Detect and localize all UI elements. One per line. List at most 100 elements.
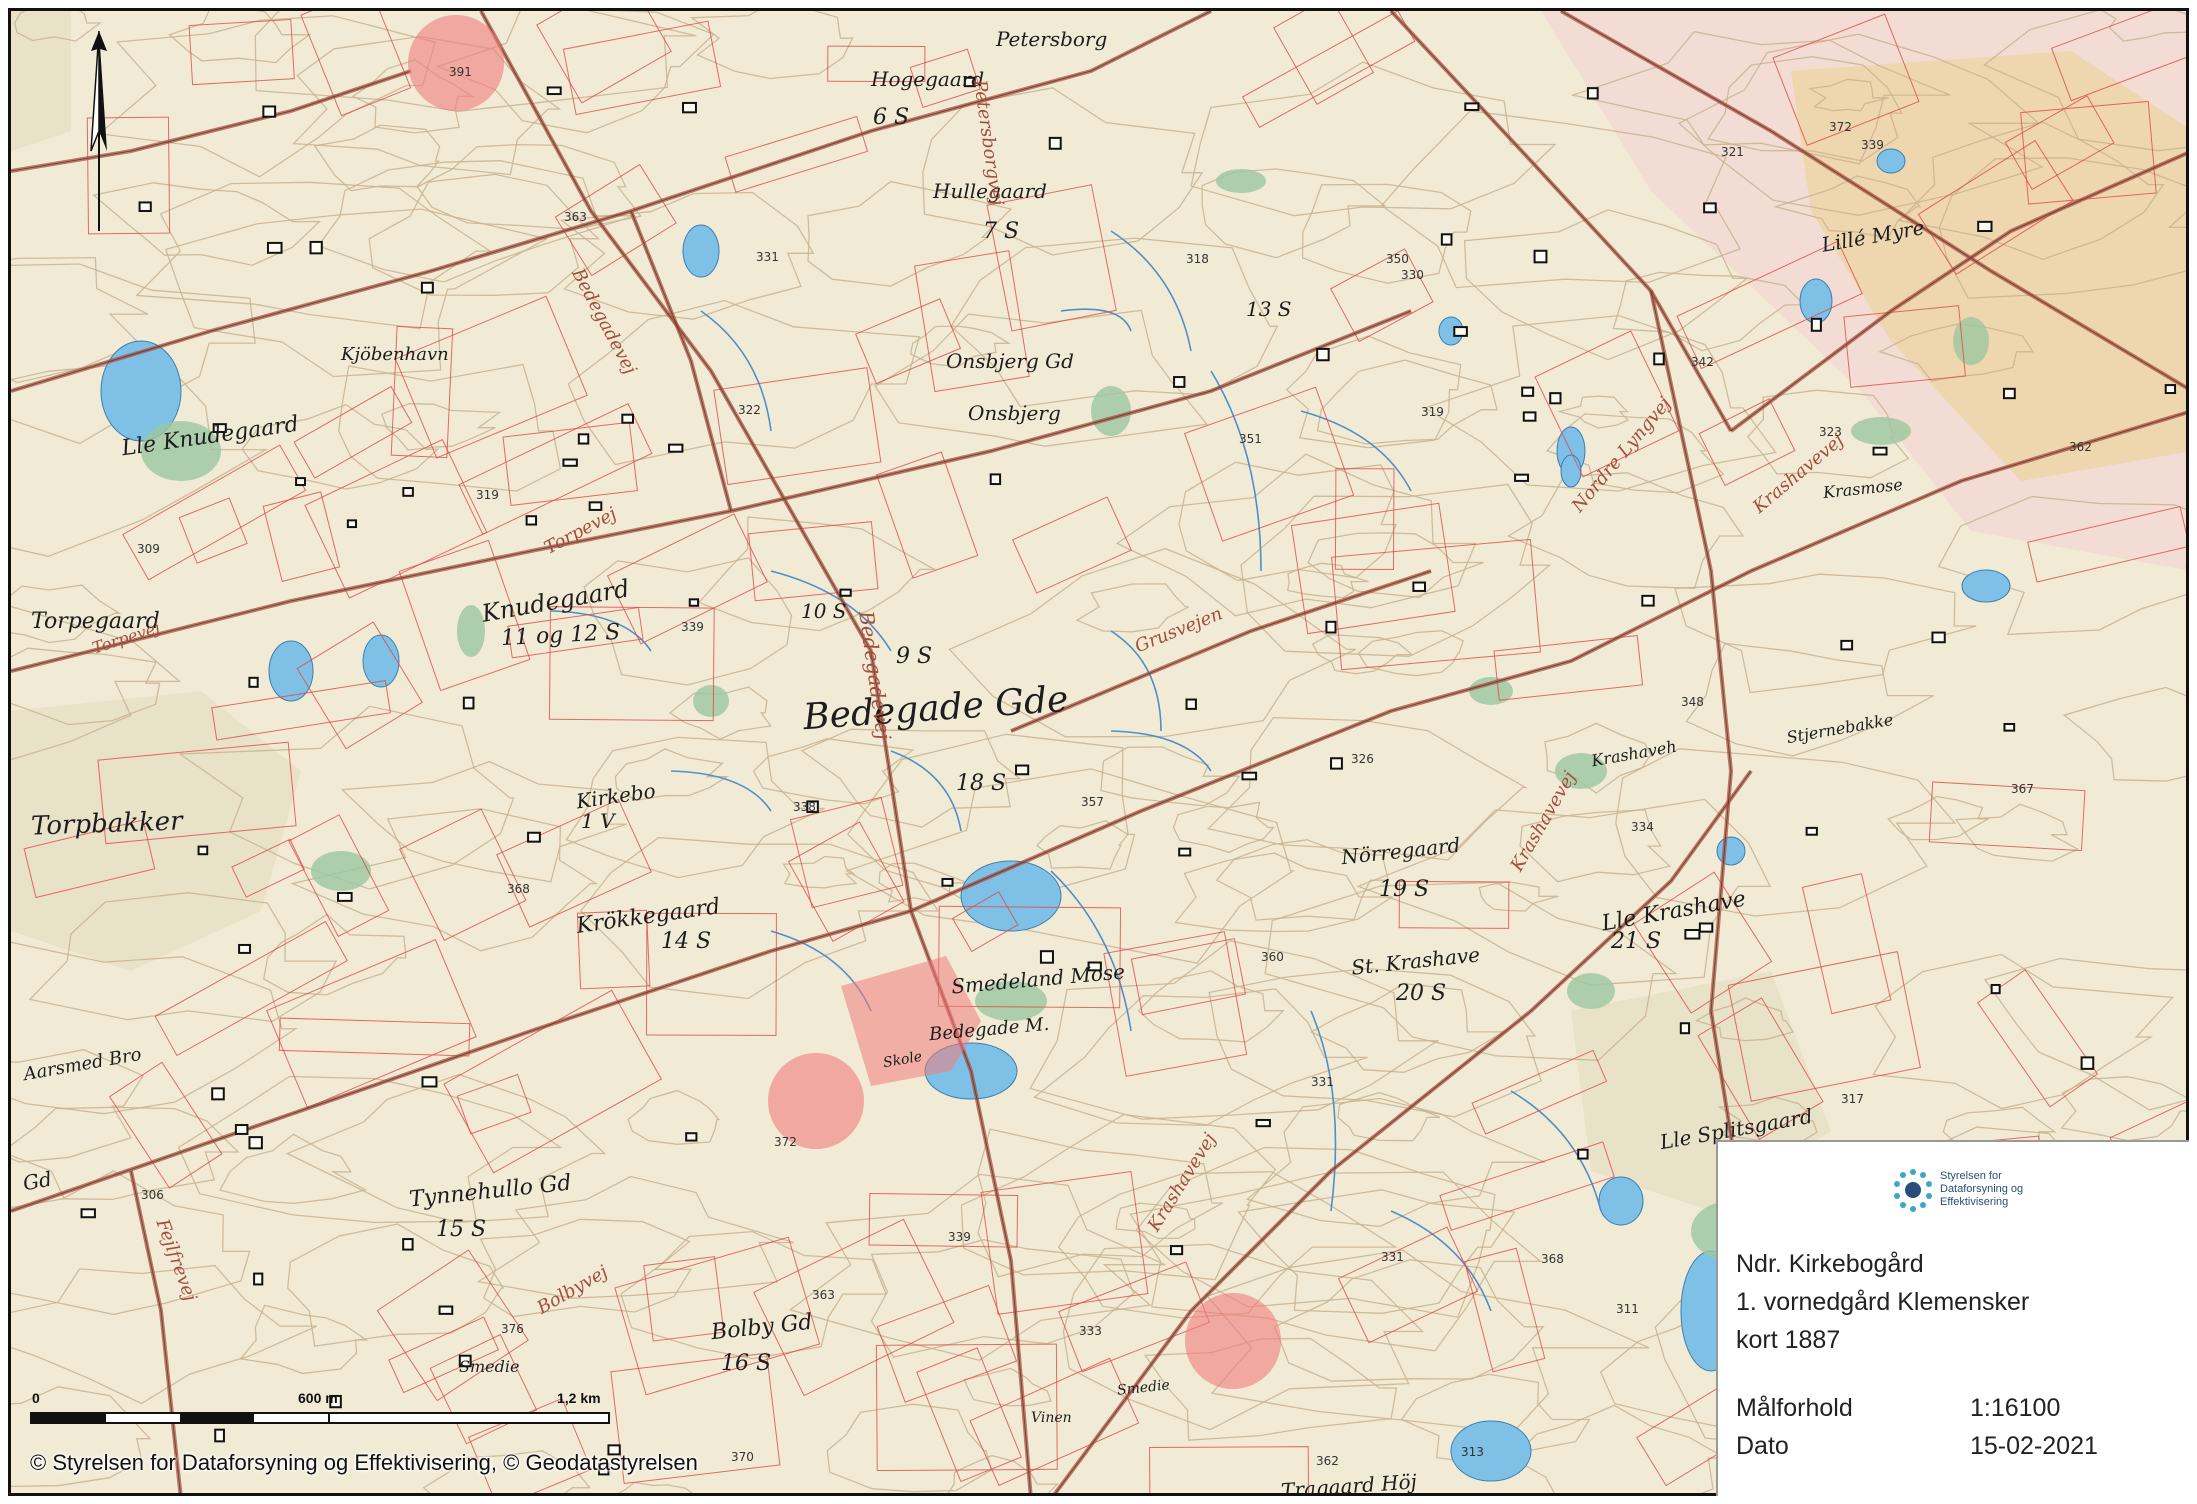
farm-building <box>1977 220 1993 233</box>
agency-logo: Styrelsen for Dataforsyning og Effektivi… <box>1888 1166 2058 1226</box>
farm-building <box>1521 386 1535 397</box>
farm-building <box>839 588 852 597</box>
parcel-boundary <box>748 521 879 602</box>
parcel-boundary <box>394 295 588 459</box>
height-label: 363 <box>564 210 587 224</box>
contour-line <box>1035 820 1129 870</box>
height-label: 326 <box>1351 752 1374 766</box>
stream <box>1300 410 1412 492</box>
place-label: Gd <box>21 1166 54 1196</box>
contour-line <box>338 363 562 492</box>
farm-building <box>989 473 1002 486</box>
farm-building <box>1015 764 1030 776</box>
parcel-boundary <box>262 491 341 582</box>
farm-building <box>248 676 259 688</box>
farm-building <box>562 458 578 467</box>
height-label: 322 <box>738 403 761 417</box>
pond <box>362 634 400 688</box>
contour-line <box>617 1481 693 1493</box>
parcel-boundary <box>388 1316 500 1394</box>
farm-building <box>2164 384 2177 395</box>
parcel-boundary <box>876 1284 1018 1403</box>
pond <box>268 640 314 702</box>
map-subtitle: 1. vornedgård Klemensker <box>1736 1288 2030 1316</box>
parcel-boundary <box>304 438 488 599</box>
contour-line <box>317 160 636 283</box>
farm-building <box>421 1076 438 1088</box>
farm-building <box>941 877 954 887</box>
height-label: 357 <box>1081 795 1104 809</box>
scale-label-600m: 600 m <box>298 1390 338 1406</box>
map-title: Ndr. Kirkebogård <box>1736 1250 1924 1278</box>
contour-line <box>1511 1404 1729 1493</box>
farm-building <box>1577 1148 1589 1160</box>
place-label: Kjöbenhavn <box>341 344 449 365</box>
height-label: 348 <box>1681 695 1704 709</box>
scale-segment <box>328 1412 610 1424</box>
place-label: 13 S <box>1246 297 1292 321</box>
height-label: 372 <box>1829 120 1852 134</box>
parcel-boundary <box>854 298 962 385</box>
date-label: Dato <box>1736 1432 1789 1460</box>
parcel-boundary <box>875 1343 1058 1472</box>
scale-label: Målforhold <box>1736 1394 1853 1422</box>
parcel-boundary <box>876 451 979 579</box>
copyright-text: © Styrelsen for Dataforsyning og Effekti… <box>30 1450 698 1475</box>
contour-line <box>788 1173 1166 1361</box>
farm-building <box>238 943 251 954</box>
place-label: Smedie <box>459 1357 520 1376</box>
farm-building <box>1872 446 1888 456</box>
farm-building <box>1048 136 1062 150</box>
height-label: 342 <box>1691 355 1714 369</box>
place-label: 21 S <box>1611 929 1662 954</box>
farm-building <box>621 413 634 424</box>
highlight-marker <box>408 15 504 111</box>
place-label: 9 S <box>896 644 933 669</box>
agency-name: Styrelsen for Dataforsyning og Effektivi… <box>1940 1170 2024 1209</box>
farm-building <box>1653 352 1665 366</box>
farm-building <box>138 201 152 213</box>
place-label: Onsbjerg Gd <box>946 349 1074 373</box>
place-label: 19 S <box>1379 877 1430 902</box>
farm-building <box>402 487 414 497</box>
contour-line <box>1172 801 1275 854</box>
farm-building <box>234 1124 249 1135</box>
highlight-marker <box>1185 1293 1281 1389</box>
farm-building <box>1931 631 1946 644</box>
place-label: Onsbjerg <box>968 401 1061 425</box>
farm-building <box>438 1305 454 1315</box>
farm-building <box>682 101 697 114</box>
parcel-boundary <box>300 11 412 117</box>
contour-line <box>239 1304 369 1375</box>
forest-patch <box>693 685 729 717</box>
farm-building <box>1039 950 1054 964</box>
pond <box>682 224 720 278</box>
farm-building <box>1241 771 1258 781</box>
farm-building <box>1316 347 1330 362</box>
scale-label-0: 0 <box>32 1390 40 1406</box>
farm-building <box>211 1087 225 1101</box>
pond <box>1560 454 1582 488</box>
height-label: 363 <box>812 1288 835 1302</box>
contour-line <box>11 941 298 1115</box>
height-label: 306 <box>141 1188 164 1202</box>
contour-line <box>1612 271 1806 352</box>
stream <box>1210 370 1262 572</box>
parcel-boundary <box>1011 496 1132 594</box>
farm-building <box>1805 826 1818 836</box>
place-label: 10 S <box>801 599 847 623</box>
height-label: 318 <box>1186 252 1209 266</box>
farm-building <box>337 892 353 902</box>
stream <box>1110 230 1192 352</box>
farm-building <box>1178 847 1192 857</box>
parcel-boundary <box>1130 937 1247 1016</box>
height-label: 319 <box>476 488 499 502</box>
pond <box>1961 569 2011 603</box>
place-label: Petersborg <box>996 27 1108 51</box>
height-label: 339 <box>1861 138 1884 152</box>
pond <box>1716 836 1746 866</box>
farm-building <box>1703 202 1717 214</box>
contour-line <box>1337 1091 1441 1142</box>
map-info-panel: Styrelsen for Dataforsyning og Effektivi… <box>1716 1140 2189 1496</box>
contour-line <box>2062 686 2186 782</box>
